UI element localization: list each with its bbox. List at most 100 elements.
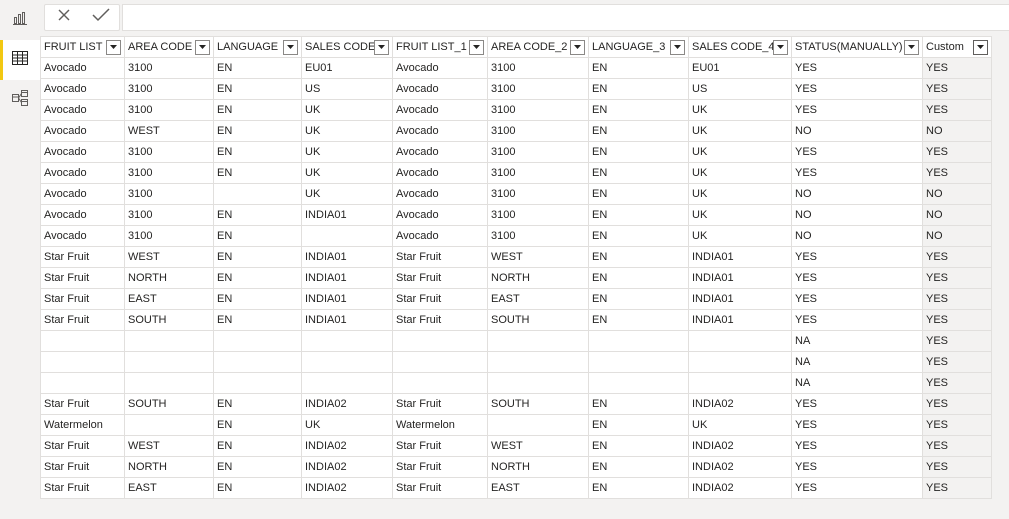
table-cell[interactable]: EN: [213, 225, 302, 247]
table-cell[interactable]: EN: [213, 120, 302, 142]
table-cell[interactable]: Star Fruit: [392, 246, 488, 268]
table-cell[interactable]: [124, 330, 214, 352]
table-cell[interactable]: YES: [922, 288, 992, 310]
table-cell[interactable]: UK: [301, 141, 393, 163]
table-cell[interactable]: Avocado: [40, 57, 125, 79]
table-cell[interactable]: Star Fruit: [392, 288, 488, 310]
table-cell[interactable]: UK: [688, 99, 792, 121]
table-cell[interactable]: UK: [688, 120, 792, 142]
table-cell[interactable]: NA: [791, 351, 923, 373]
table-cell[interactable]: Avocado: [392, 78, 488, 100]
table-cell[interactable]: EN: [588, 309, 689, 331]
table-cell[interactable]: INDIA02: [301, 393, 393, 415]
table-cell[interactable]: INDIA01: [301, 288, 393, 310]
table-cell[interactable]: [392, 351, 488, 373]
table-cell[interactable]: UK: [688, 141, 792, 163]
table-cell[interactable]: EN: [213, 393, 302, 415]
column-filter-button[interactable]: [904, 40, 919, 55]
table-cell[interactable]: YES: [791, 57, 923, 79]
table-cell[interactable]: EN: [213, 267, 302, 289]
table-cell[interactable]: YES: [791, 99, 923, 121]
table-cell[interactable]: Avocado: [392, 225, 488, 247]
table-cell[interactable]: UK: [688, 414, 792, 436]
table-cell[interactable]: SOUTH: [124, 393, 214, 415]
table-cell[interactable]: INDIA01: [688, 246, 792, 268]
table-cell[interactable]: UK: [688, 225, 792, 247]
table-cell[interactable]: NA: [791, 372, 923, 394]
table-cell[interactable]: YES: [922, 477, 992, 499]
table-cell[interactable]: INDIA02: [301, 456, 393, 478]
table-cell[interactable]: 3100: [487, 204, 589, 226]
table-cell[interactable]: Watermelon: [392, 414, 488, 436]
table-cell[interactable]: YES: [922, 162, 992, 184]
table-cell[interactable]: WEST: [124, 120, 214, 142]
table-cell[interactable]: EN: [588, 435, 689, 457]
table-cell[interactable]: Star Fruit: [40, 288, 125, 310]
table-cell[interactable]: 3100: [124, 162, 214, 184]
table-cell[interactable]: UK: [688, 183, 792, 205]
table-cell[interactable]: INDIA01: [301, 309, 393, 331]
table-cell[interactable]: UK: [301, 183, 393, 205]
table-cell[interactable]: WEST: [124, 435, 214, 457]
table-cell[interactable]: Star Fruit: [40, 435, 125, 457]
table-cell[interactable]: 3100: [487, 225, 589, 247]
table-cell[interactable]: YES: [922, 246, 992, 268]
table-cell[interactable]: Star Fruit: [40, 456, 125, 478]
table-cell[interactable]: INDIA02: [301, 477, 393, 499]
table-cell[interactable]: EN: [213, 99, 302, 121]
table-cell[interactable]: NA: [791, 330, 923, 352]
table-cell[interactable]: INDIA01: [688, 309, 792, 331]
table-cell[interactable]: [124, 372, 214, 394]
table-cell[interactable]: Avocado: [40, 162, 125, 184]
column-filter-button[interactable]: [374, 40, 389, 55]
table-cell[interactable]: Avocado: [40, 120, 125, 142]
table-cell[interactable]: YES: [791, 435, 923, 457]
table-cell[interactable]: 3100: [124, 99, 214, 121]
column-filter-button[interactable]: [570, 40, 585, 55]
table-cell[interactable]: EN: [588, 183, 689, 205]
table-cell[interactable]: 3100: [487, 57, 589, 79]
table-cell[interactable]: INDIA01: [301, 246, 393, 268]
table-cell[interactable]: EAST: [487, 288, 589, 310]
model-view-button[interactable]: [0, 80, 40, 120]
table-cell[interactable]: Avocado: [40, 99, 125, 121]
column-header-custom[interactable]: Custom: [922, 36, 992, 58]
column-filter-button[interactable]: [773, 40, 788, 55]
column-header-fruit-list[interactable]: FRUIT LIST: [40, 36, 125, 58]
table-cell[interactable]: [301, 330, 393, 352]
table-cell[interactable]: [124, 414, 214, 436]
table-cell[interactable]: Avocado: [40, 141, 125, 163]
table-cell[interactable]: INDIA02: [688, 456, 792, 478]
table-cell[interactable]: [688, 330, 792, 352]
table-cell[interactable]: INDIA02: [688, 393, 792, 415]
table-cell[interactable]: UK: [301, 99, 393, 121]
table-cell[interactable]: [487, 372, 589, 394]
table-cell[interactable]: [124, 351, 214, 373]
table-cell[interactable]: EN: [588, 78, 689, 100]
table-cell[interactable]: EN: [213, 288, 302, 310]
table-cell[interactable]: 3100: [124, 204, 214, 226]
table-cell[interactable]: INDIA01: [301, 267, 393, 289]
table-cell[interactable]: 3100: [124, 225, 214, 247]
table-cell[interactable]: YES: [922, 372, 992, 394]
table-cell[interactable]: Star Fruit: [40, 393, 125, 415]
table-cell[interactable]: Avocado: [392, 57, 488, 79]
table-cell[interactable]: YES: [791, 477, 923, 499]
table-cell[interactable]: [588, 351, 689, 373]
column-header-language[interactable]: LANGUAGE: [213, 36, 302, 58]
table-cell[interactable]: [392, 330, 488, 352]
table-cell[interactable]: YES: [922, 57, 992, 79]
table-cell[interactable]: SOUTH: [487, 393, 589, 415]
column-filter-button[interactable]: [973, 40, 988, 55]
table-cell[interactable]: NORTH: [124, 267, 214, 289]
table-cell[interactable]: Avocado: [40, 78, 125, 100]
table-cell[interactable]: EN: [213, 204, 302, 226]
table-cell[interactable]: [40, 330, 125, 352]
table-cell[interactable]: SOUTH: [487, 309, 589, 331]
table-cell[interactable]: [213, 372, 302, 394]
table-cell[interactable]: Star Fruit: [392, 267, 488, 289]
cancel-formula-button[interactable]: [53, 7, 75, 29]
table-cell[interactable]: EN: [588, 414, 689, 436]
table-cell[interactable]: EN: [588, 288, 689, 310]
table-cell[interactable]: EN: [588, 456, 689, 478]
